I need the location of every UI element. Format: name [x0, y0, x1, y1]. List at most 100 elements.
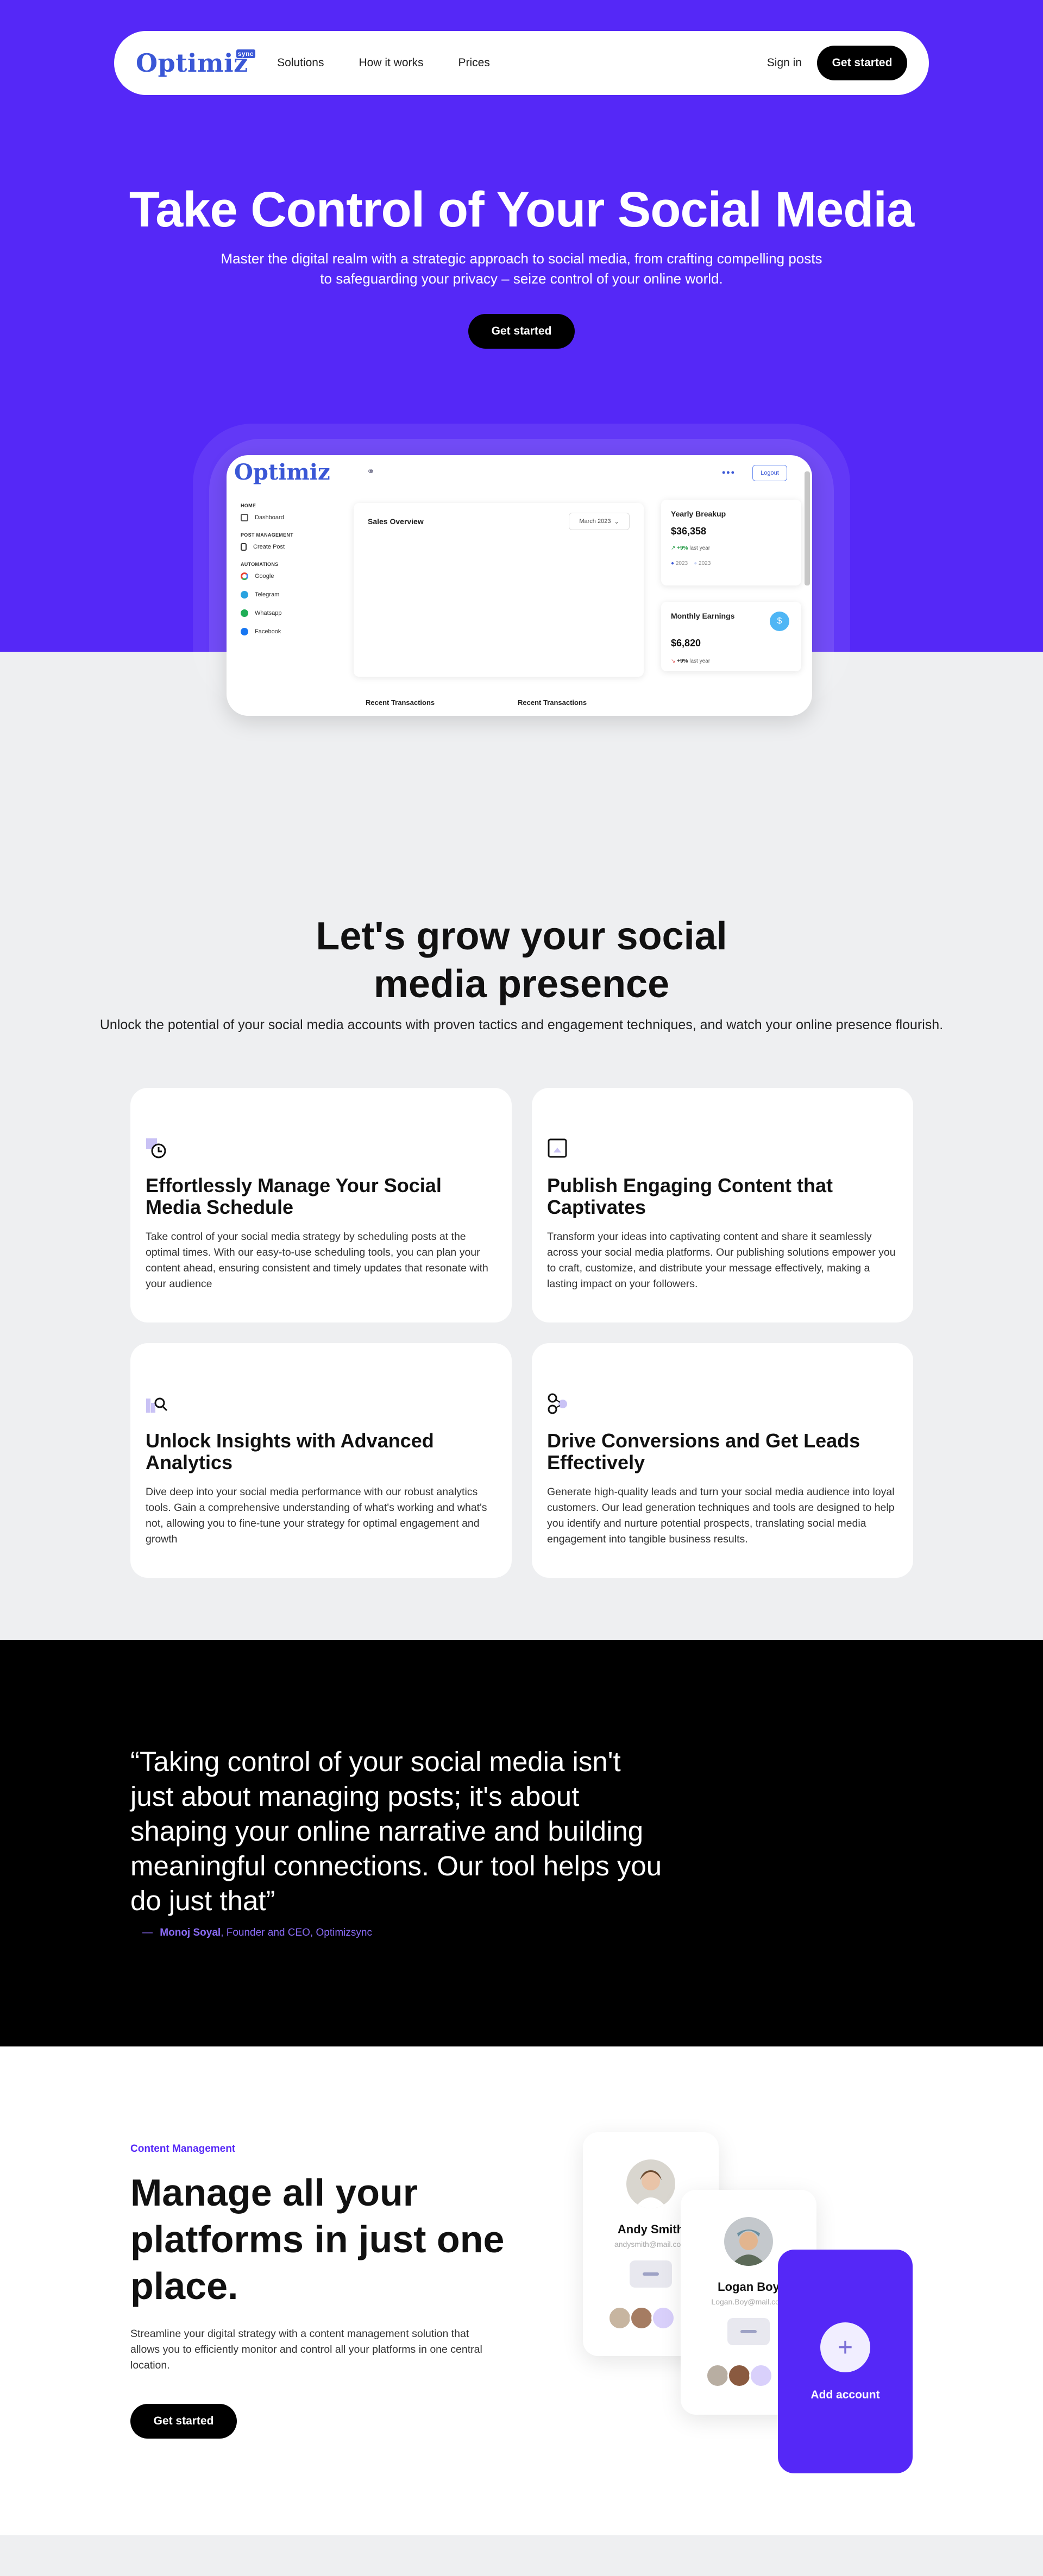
avatar — [706, 2364, 730, 2388]
sidebar-item-label: Facebook — [255, 628, 281, 635]
whatsapp-icon — [241, 609, 248, 617]
sales-period-value: March 2023 — [579, 518, 611, 525]
sidebar-item-google: Google — [241, 572, 349, 580]
legend-label: 2023 — [699, 560, 711, 566]
analytics-icon — [146, 1393, 168, 1415]
monthly-earnings-title: Monthly Earnings — [671, 612, 735, 620]
hero-subtitle: Master the digital realm with a strategi… — [221, 250, 822, 287]
avatar — [749, 2364, 773, 2388]
add-account-label: Add account — [810, 2389, 880, 2401]
trend-down-icon: ↘ — [671, 658, 676, 664]
add-account-card[interactable]: + Add account — [778, 2250, 913, 2473]
notification-icon: ⚭ — [367, 466, 375, 477]
monthly-change-text: last year — [689, 658, 711, 664]
avatar — [630, 2306, 654, 2330]
sidebar-section-post: POST MANAGEMENT — [241, 532, 294, 538]
testimonial-quote: “Taking control of your social media isn… — [130, 1746, 662, 1916]
sidebar-item-label: Google — [255, 573, 274, 580]
logo-text: Optimiz — [136, 48, 248, 78]
avatar — [608, 2306, 632, 2330]
content-management-section: Content Management Manage all your platf… — [0, 2046, 1043, 2535]
dashboard-logout-button: Logout — [752, 465, 787, 481]
yearly-change-text: last year — [689, 545, 711, 551]
leads-icon — [547, 1393, 569, 1415]
avatar — [727, 2364, 751, 2388]
chevron-down-icon: ⌄ — [614, 518, 619, 525]
legend-dot-icon: ● — [694, 560, 698, 566]
dashboard-logo: Optimiz — [234, 459, 330, 485]
hero-get-started-button[interactable]: Get started — [468, 314, 575, 349]
testimonial-author: — Monoj Soyal, Founder and CEO, Optimizs… — [142, 1927, 372, 1939]
recent-transactions-title: Recent Transactions — [366, 698, 435, 707]
hero-title: Take Control of Your Social Media — [129, 182, 914, 237]
quote-dash: — — [142, 1927, 153, 1938]
monthly-change-value: +9% — [677, 658, 688, 664]
profile-action-placeholder — [727, 2318, 770, 2345]
sidebar-item-facebook: Facebook — [241, 628, 349, 635]
content-get-started-button[interactable]: Get started — [130, 2404, 237, 2439]
yearly-breakup-change: ↗ +9% last year — [671, 545, 710, 551]
yearly-legend: ● 2023 ● 2023 — [671, 560, 711, 566]
feature-text: Take control of your social media strate… — [146, 1231, 488, 1290]
feature-title: Effortlessly Manage Your Social Media Sc… — [146, 1174, 442, 1218]
sidebar-item-create-post: Create Post — [241, 543, 349, 551]
feature-card-schedule: Effortlessly Manage Your Social Media Sc… — [130, 1088, 512, 1322]
legend-dot-icon: ● — [671, 560, 675, 566]
feature-card-analytics: Unlock Insights with Advanced Analytics … — [130, 1343, 512, 1578]
sales-overview-title: Sales Overview — [368, 517, 424, 526]
sidebar-item-label: Telegram — [255, 591, 280, 598]
author-name: Monoj Soyal — [160, 1927, 221, 1938]
yearly-breakup-value: $36,358 — [671, 526, 707, 537]
dashboard-scrollbar — [805, 471, 810, 585]
grow-section-subtitle: Unlock the potential of your social medi… — [99, 1017, 944, 1032]
recent-transactions-title: Recent Transactions — [518, 698, 587, 707]
sidebar-section-home: HOME — [241, 503, 256, 508]
sidebar-item-dashboard: Dashboard — [241, 514, 349, 521]
logo[interactable]: Optimiz sync — [136, 48, 256, 78]
avatar — [651, 2306, 675, 2330]
grow-section-title: Let's grow your social media presence — [0, 912, 1043, 1008]
image-icon — [547, 1138, 569, 1160]
feature-text: Generate high-quality leads and turn you… — [547, 1486, 895, 1545]
nav-link-prices[interactable]: Prices — [458, 56, 490, 70]
google-icon — [241, 572, 248, 580]
feature-title: Unlock Insights with Advanced Analytics — [146, 1429, 434, 1473]
more-icon: ••• — [722, 467, 736, 478]
feature-card-publish: Publish Engaging Content that Captivates… — [532, 1088, 913, 1322]
avatar — [724, 2217, 773, 2266]
document-icon — [241, 543, 247, 551]
yearly-change-value: +9% — [677, 545, 688, 551]
feature-text: Transform your ideas into captivating co… — [547, 1231, 896, 1290]
sidebar-item-label: Whatsapp — [255, 610, 282, 616]
legend-label: 2023 — [675, 560, 688, 566]
add-icon[interactable]: + — [820, 2322, 870, 2372]
monthly-earnings-card: Monthly Earnings $ $6,820 ↘ +9% last yea… — [661, 602, 801, 671]
nav-link-solutions[interactable]: Solutions — [277, 56, 324, 70]
top-navbar: Optimiz sync Solutions How it works Pric… — [114, 31, 929, 95]
testimonial-section: “Taking control of your social media isn… — [0, 1640, 1043, 2046]
feature-title: Drive Conversions and Get Leads Effectiv… — [547, 1429, 860, 1473]
facebook-icon — [241, 628, 248, 635]
feature-card-leads: Drive Conversions and Get Leads Effectiv… — [532, 1343, 913, 1578]
clock-icon — [146, 1138, 167, 1160]
sales-period-select: March 2023 ⌄ — [569, 513, 630, 530]
monthly-earnings-change: ↘ +9% last year — [671, 658, 710, 664]
nav-actions: Sign in Get started — [767, 46, 907, 80]
sidebar-item-label: Create Post — [253, 544, 285, 550]
content-management-text: Streamline your digital strategy with a … — [130, 2328, 482, 2371]
grid-icon — [241, 514, 248, 521]
yearly-breakup-title: Yearly Breakup — [671, 509, 726, 518]
nav-link-how-it-works[interactable]: How it works — [359, 56, 423, 70]
nav-get-started-button[interactable]: Get started — [817, 46, 907, 80]
sales-overview-card: Sales Overview March 2023 ⌄ — [354, 503, 644, 677]
feature-text: Dive deep into your social media perform… — [146, 1486, 487, 1545]
sidebar-section-automations: AUTOMATIONS — [241, 562, 279, 567]
dollar-icon: $ — [770, 612, 789, 631]
telegram-icon — [241, 591, 248, 599]
sidebar-item-whatsapp: Whatsapp — [241, 609, 349, 617]
trend-up-icon: ↗ — [671, 545, 676, 551]
monthly-earnings-value: $6,820 — [671, 638, 701, 648]
content-management-title: Manage all your platforms in just one pl… — [130, 2171, 505, 2307]
sign-in-link[interactable]: Sign in — [767, 56, 802, 70]
author-role: , Founder and CEO, Optimizsync — [221, 1927, 372, 1938]
